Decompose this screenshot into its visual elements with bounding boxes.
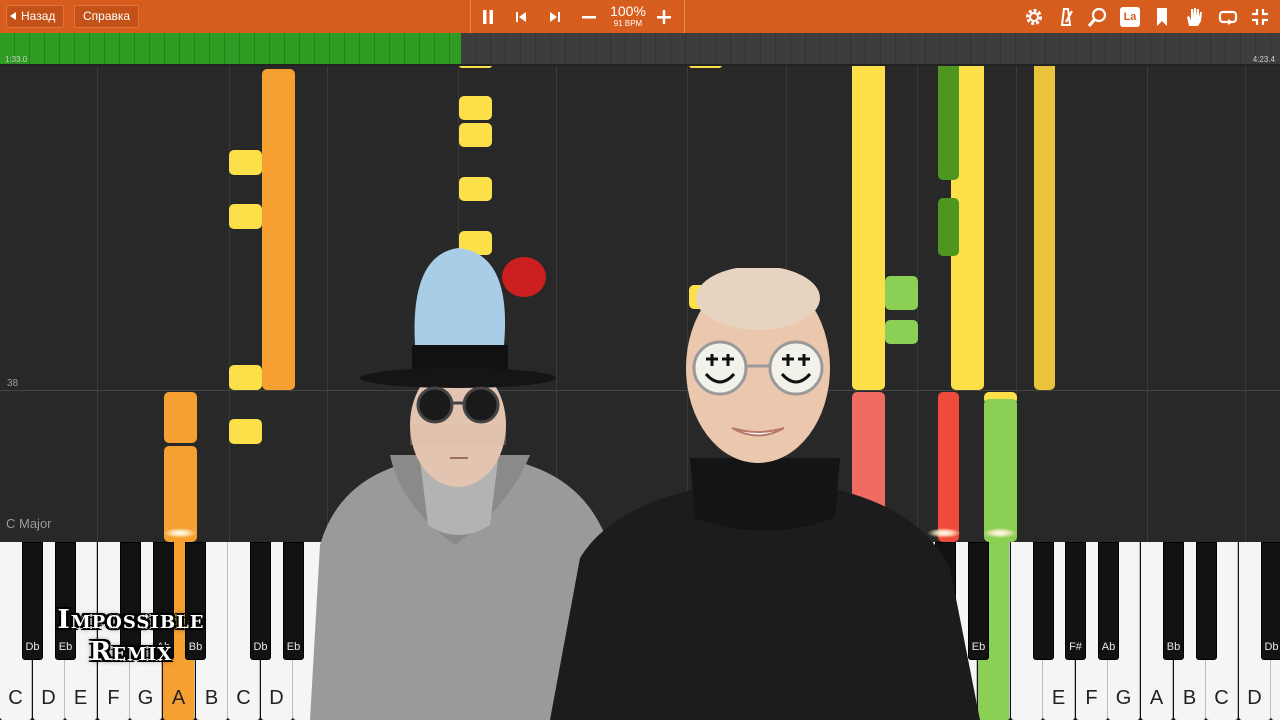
note xyxy=(459,96,492,120)
white-key-label: G xyxy=(1115,687,1132,709)
black-key-label: Ab xyxy=(1101,641,1116,653)
top-toolbar: Назад Справка 100% 91 BPM La xyxy=(0,0,1280,33)
impossible-remix-badge: Impossible Remix xyxy=(18,604,244,668)
black-key[interactable]: Ab xyxy=(1098,542,1119,660)
tempo-percent: 100% xyxy=(610,3,646,19)
white-key-label: F xyxy=(107,687,120,709)
minus-icon[interactable] xyxy=(578,6,600,28)
note xyxy=(938,198,959,256)
pause-icon[interactable] xyxy=(477,6,499,28)
white-key-label: G xyxy=(137,687,154,709)
black-key-label: F# xyxy=(1069,641,1082,653)
key-signature-label: C Major xyxy=(6,516,52,531)
tempo-bpm: 91 BPM xyxy=(613,19,643,28)
note xyxy=(229,204,262,229)
black-key-label: Db xyxy=(1264,641,1279,653)
playback-controls: 100% 91 BPM xyxy=(470,0,685,33)
note xyxy=(1034,66,1055,390)
la-icon[interactable]: La xyxy=(1120,7,1140,27)
skip-back-icon[interactable] xyxy=(510,6,532,28)
white-key-label: D xyxy=(41,687,56,709)
right-performer-figure xyxy=(540,266,990,720)
toolbar-divider xyxy=(684,0,685,33)
metronome-icon[interactable] xyxy=(1054,5,1078,29)
gear-icon[interactable] xyxy=(1022,5,1046,29)
note xyxy=(229,419,262,444)
song-progress-bar[interactable]: 1:33.0 4:23.4 xyxy=(0,33,1280,66)
grid-line xyxy=(97,66,98,542)
plus-icon[interactable] xyxy=(653,6,675,28)
black-key-label: Bb xyxy=(1166,641,1181,653)
toolbar-divider xyxy=(470,0,471,33)
progress-fill xyxy=(0,33,461,64)
tempo-display: 100% 91 BPM xyxy=(603,3,653,29)
measure-number: 38 xyxy=(7,378,19,389)
white-key-label: B xyxy=(1182,687,1197,709)
white-key-label: C xyxy=(1214,687,1229,709)
note xyxy=(229,365,262,390)
key-hit-spark xyxy=(163,528,197,538)
white-key-label: A xyxy=(171,687,186,709)
shrink-icon[interactable] xyxy=(1248,5,1272,29)
note xyxy=(459,177,492,201)
note xyxy=(459,66,492,68)
white-key-label: F xyxy=(1085,687,1098,709)
badge-line-1: Impossible xyxy=(57,605,205,635)
white-key-label: A xyxy=(1149,687,1164,709)
grid-line xyxy=(229,66,230,542)
black-key[interactable]: Bb xyxy=(1163,542,1184,660)
loop-icon[interactable] xyxy=(1216,5,1240,29)
black-key[interactable]: F# xyxy=(1065,542,1086,660)
note xyxy=(938,66,959,180)
grid-line xyxy=(1245,66,1246,542)
white-key-label: C xyxy=(8,687,23,709)
back-button[interactable]: Назад xyxy=(6,5,65,28)
note xyxy=(164,392,197,443)
black-key[interactable] xyxy=(1033,542,1054,660)
note xyxy=(459,123,492,147)
black-key[interactable] xyxy=(1196,542,1217,660)
help-button[interactable]: Справка xyxy=(74,5,140,28)
search-icon[interactable] xyxy=(1086,5,1110,29)
skip-forward-icon[interactable] xyxy=(544,6,566,28)
black-key[interactable]: Db xyxy=(1261,542,1280,660)
progress-remaining xyxy=(461,33,1280,64)
grid-line xyxy=(1147,66,1148,542)
white-key-label: E xyxy=(1051,687,1066,709)
black-key[interactable]: Db xyxy=(250,542,271,660)
white-key-label: C xyxy=(236,687,251,709)
white-key-label: D xyxy=(1247,687,1262,709)
note xyxy=(229,150,262,175)
white-key-label: E xyxy=(1271,687,1280,710)
note xyxy=(689,66,722,68)
bookmark-icon[interactable] xyxy=(1150,5,1174,29)
hand-icon[interactable] xyxy=(1182,5,1206,29)
toolbar-tools: La xyxy=(1010,0,1280,33)
black-key-label: Db xyxy=(253,641,268,653)
time-start: 1:33.0 xyxy=(5,55,28,64)
time-end: 4:23.4 xyxy=(1252,55,1275,64)
white-key-label: B xyxy=(204,687,219,709)
white-key-label: E xyxy=(73,687,88,709)
badge-line-2: Remix xyxy=(89,637,173,667)
